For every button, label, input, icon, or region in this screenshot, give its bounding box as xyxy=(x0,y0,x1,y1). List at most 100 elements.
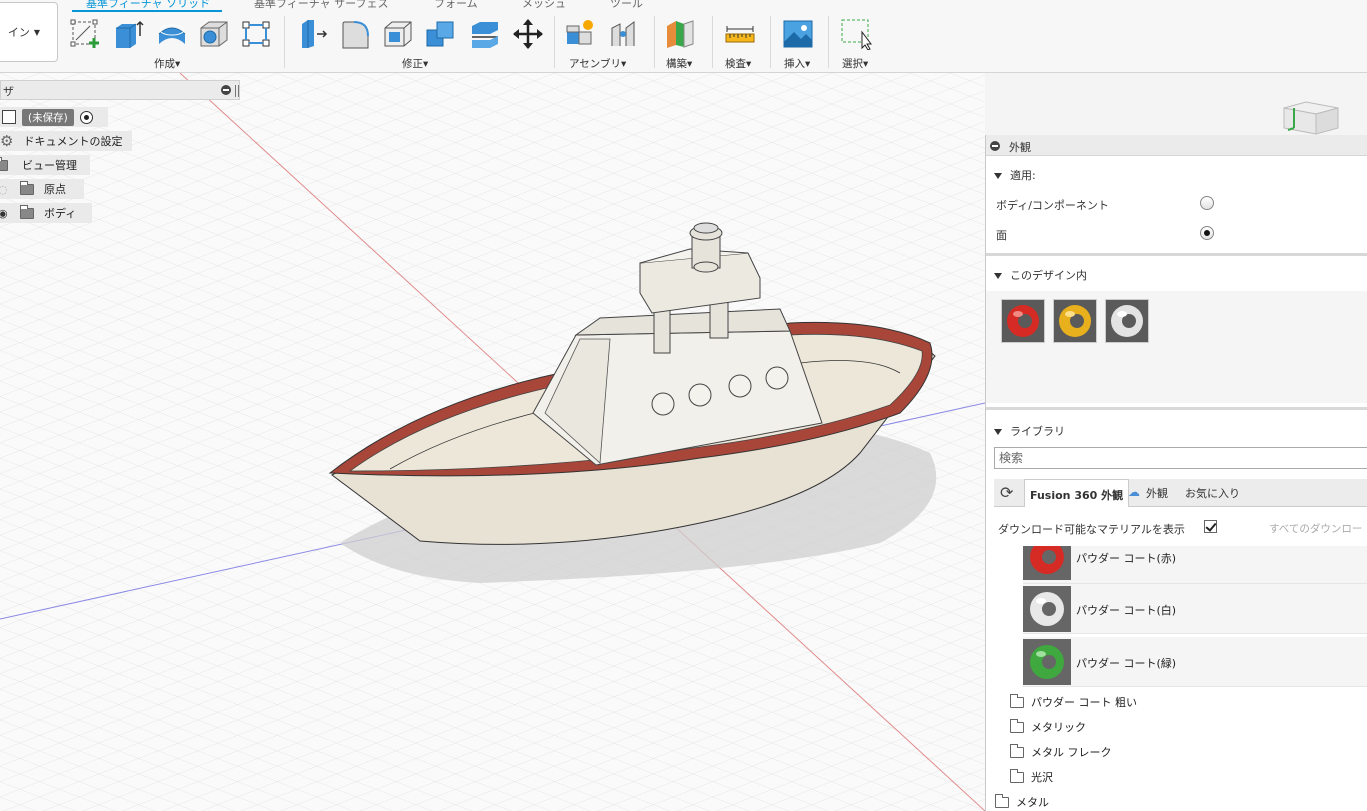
face-label: 面 xyxy=(996,229,1007,242)
workspace-switcher[interactable]: イン ▼ xyxy=(0,2,58,62)
view-cube[interactable] xyxy=(1280,100,1340,140)
create-menu[interactable]: 作成▾ xyxy=(154,56,180,71)
in-design-section-header[interactable]: このデザイン内 xyxy=(994,267,1087,283)
extrude-icon[interactable] xyxy=(112,18,144,50)
material-thumbnail xyxy=(1023,639,1071,685)
expand-triangle-icon xyxy=(994,173,1002,179)
toolbar-divider xyxy=(554,16,555,68)
insert-menu[interactable]: 挿入▾ xyxy=(784,56,810,71)
measure-icon[interactable] xyxy=(724,18,756,50)
construct-menu[interactable]: 構築▾ xyxy=(666,56,692,71)
search-input[interactable] xyxy=(995,448,1367,468)
press-pull-icon[interactable] xyxy=(298,18,330,50)
toolbar-divider xyxy=(712,16,713,68)
assemble-menu[interactable]: アセンブリ▾ xyxy=(569,56,626,71)
expand-triangle-icon xyxy=(994,429,1002,435)
combine-icon[interactable] xyxy=(424,18,456,50)
toolbar-divider xyxy=(284,16,285,68)
tree-item-label: 原点 xyxy=(44,183,66,196)
offset-plane-icon[interactable] xyxy=(664,18,696,50)
collapse-icon[interactable] xyxy=(990,141,1000,151)
active-tab-indicator xyxy=(72,10,222,12)
tab-surface[interactable]: 基準フィーチャ サーフェス xyxy=(254,0,389,11)
material-label: パウダー コート(緑) xyxy=(1076,657,1177,670)
section-divider xyxy=(986,253,1367,256)
material-row[interactable]: パウダー コート(緑) xyxy=(1023,637,1367,687)
create-sketch-icon[interactable] xyxy=(70,18,102,50)
tab-favorites[interactable]: お気に入り xyxy=(1185,485,1240,501)
pattern-icon[interactable] xyxy=(240,18,272,50)
ground-grid xyxy=(0,73,985,811)
folder-powder-coat-rough[interactable]: パウダー コート 粗い xyxy=(1010,693,1137,710)
material-thumbnail xyxy=(1023,546,1071,580)
folder-metallic[interactable]: メタリック xyxy=(1010,718,1086,735)
search-field[interactable] xyxy=(994,447,1367,469)
revolve-icon[interactable] xyxy=(156,18,188,50)
material-label: パウダー コート(白) xyxy=(1076,604,1177,617)
modify-menu[interactable]: 修正▾ xyxy=(402,56,428,71)
body-component-radio[interactable] xyxy=(1200,196,1214,210)
show-downloadable-checkbox[interactable] xyxy=(1204,520,1217,533)
folder-metal[interactable]: メタル xyxy=(995,793,1049,810)
swatch-white[interactable] xyxy=(1105,299,1149,343)
panel-header: 外観 xyxy=(986,135,1367,156)
tab-mesh[interactable]: メッシュ xyxy=(522,0,566,11)
document-name: (未保存) xyxy=(22,108,74,126)
material-row[interactable]: パウダー コート(赤) xyxy=(1023,546,1367,584)
tab-form[interactable]: フォーム xyxy=(434,0,478,11)
folder-icon xyxy=(1010,743,1024,758)
activate-radio-icon[interactable] xyxy=(79,110,93,124)
folder-metal-flake[interactable]: メタル フレーク xyxy=(1010,743,1112,760)
joint-icon[interactable] xyxy=(608,18,640,50)
shell-icon[interactable] xyxy=(382,18,414,50)
window-select-icon[interactable] xyxy=(840,18,872,51)
download-all-link[interactable]: すべてのダウンロー xyxy=(1269,521,1362,536)
tree-item-label: ドキュメントの設定 xyxy=(23,135,123,148)
canvas-viewport[interactable] xyxy=(0,73,985,811)
tab-fusion-appearances[interactable]: Fusion 360 外観 xyxy=(1024,479,1130,507)
swatch-yellow[interactable] xyxy=(1053,299,1097,343)
inspect-menu[interactable]: 検査▾ xyxy=(725,56,751,71)
face-radio[interactable] xyxy=(1200,226,1214,240)
body-component-label: ボディ/コンポーネント xyxy=(996,199,1109,212)
resize-grip[interactable] xyxy=(235,85,239,97)
tree-item-label: ボディ xyxy=(44,207,77,220)
library-section-header[interactable]: ライブラリ xyxy=(994,423,1065,439)
gear-icon: ⚙ xyxy=(0,132,14,150)
tab-tools[interactable]: ツール xyxy=(610,0,643,11)
tree-item-origin[interactable]: ◌ 原点 xyxy=(0,179,84,199)
tab-appearances[interactable]: 外観 xyxy=(1146,485,1168,501)
tree-item-label: ビュー管理 xyxy=(22,159,77,172)
expand-triangle-icon xyxy=(994,273,1002,279)
tree-item-bodies[interactable]: ◉ ボディ xyxy=(0,203,92,223)
tree-item-document-settings[interactable]: ⚙ ドキュメントの設定 xyxy=(0,131,132,151)
tree-item-named-views[interactable]: ビュー管理 xyxy=(0,155,90,175)
new-component-icon[interactable] xyxy=(564,18,596,50)
folder-icon xyxy=(995,793,1009,808)
insert-image-icon[interactable] xyxy=(782,18,814,50)
folder-gloss[interactable]: 光沢 xyxy=(1010,768,1053,785)
fillet-icon[interactable] xyxy=(340,18,372,50)
appearance-panel: 外観 適用: ボディ/コンポーネント 面 このデザイン内 ライブラリ ⟳ Fus… xyxy=(985,135,1367,811)
material-row[interactable]: パウダー コート(白) xyxy=(1023,584,1367,634)
swatch-red[interactable] xyxy=(1001,299,1045,343)
visibility-eye-icon[interactable]: ◉ xyxy=(0,207,12,220)
select-menu[interactable]: 選択▾ xyxy=(842,56,868,71)
section-divider xyxy=(986,407,1367,410)
show-downloadable-label: ダウンロード可能なマテリアルを表示 xyxy=(998,523,1185,536)
toolbar-divider xyxy=(770,16,771,68)
workspace-label: イン xyxy=(7,26,30,39)
toolbar-divider xyxy=(654,16,655,68)
chevron-down-icon: ▼ xyxy=(33,27,41,37)
tree-root[interactable]: (未保存) xyxy=(0,107,108,127)
refresh-icon[interactable]: ⟳ xyxy=(1000,483,1013,502)
apply-section-header[interactable]: 適用: xyxy=(994,167,1036,183)
hole-icon[interactable] xyxy=(198,18,230,50)
browser-title: ザ xyxy=(3,85,14,98)
visibility-off-icon[interactable]: ◌ xyxy=(0,183,12,196)
split-body-icon[interactable] xyxy=(468,18,500,50)
folder-icon xyxy=(20,204,34,219)
folder-icon xyxy=(20,180,34,195)
move-icon[interactable] xyxy=(512,18,544,50)
collapse-icon[interactable] xyxy=(221,85,231,95)
